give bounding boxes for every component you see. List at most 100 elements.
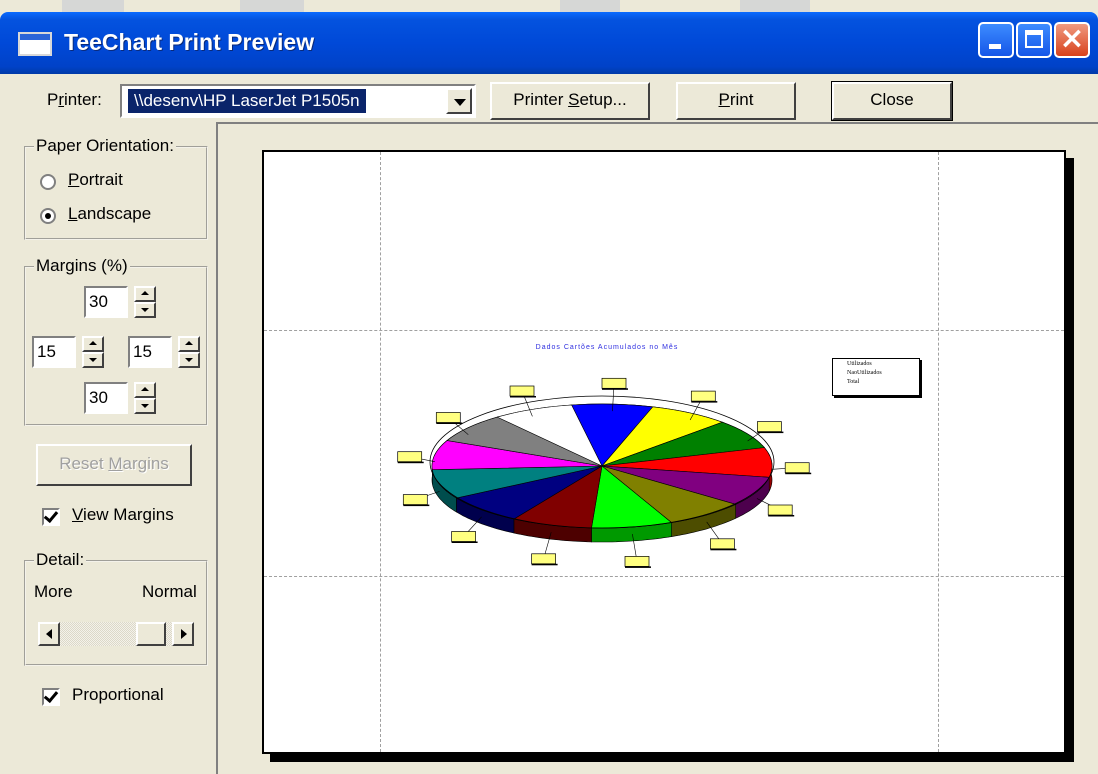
margin-top-input[interactable]: 30: [84, 286, 128, 318]
print-accel: P: [718, 90, 730, 109]
detail-normal-label: Normal: [142, 582, 197, 601]
pie-slice-label-shadow: [436, 422, 463, 424]
proportional-checkbox[interactable]: [42, 688, 60, 706]
close-button[interactable]: Close: [831, 81, 953, 121]
margin-left-stepper[interactable]: 15: [32, 336, 110, 368]
scroll-right-icon[interactable]: [172, 622, 194, 646]
legend-item: Utilizados: [847, 361, 872, 367]
printer-setup-button[interactable]: Printer Setup...: [490, 82, 650, 120]
portrait-accel: P: [68, 170, 80, 189]
pie-slice-label-shadow: [757, 431, 784, 434]
pie-slice-label-shadow: [397, 461, 424, 464]
pie-slice-label-shadow: [625, 566, 651, 568]
view-margins-checkbox[interactable]: [42, 508, 60, 526]
printer-select-value: \\desenv\HP LaserJet P1505n: [128, 89, 366, 113]
pie-slice-label: [624, 556, 650, 567]
reset-text: Reset: [59, 454, 109, 473]
margin-right-input[interactable]: 15: [128, 336, 172, 368]
pie-slice-label-shadow: [531, 563, 558, 566]
title-bar[interactable]: TeeChart Print Preview ×: [0, 12, 1098, 74]
printer-label: Printer:: [47, 90, 102, 110]
spin-up-icon[interactable]: [134, 382, 156, 398]
detail-legend: Detail:: [34, 550, 87, 570]
proportional-label[interactable]: Proportional: [72, 685, 164, 705]
portrait-radio[interactable]: [40, 174, 56, 190]
pie-slice-label-shadow: [510, 396, 536, 398]
pie-slice-label-shadow: [403, 504, 430, 507]
pie-slice-label: [397, 451, 423, 463]
spin-up-icon[interactable]: [134, 286, 156, 302]
close-icon: ×: [1059, 21, 1085, 56]
spin-down-icon[interactable]: [82, 352, 104, 368]
pie-slice-label: [435, 412, 461, 423]
spin-down-icon[interactable]: [134, 302, 156, 318]
pie-slice-label: [451, 531, 476, 542]
spin-down-icon[interactable]: [134, 398, 156, 414]
margin-bottom-stepper[interactable]: 30: [84, 382, 162, 414]
pie-slice-label: [757, 421, 782, 432]
detail-slider-thumb[interactable]: [136, 622, 166, 646]
legend-item: Total: [847, 379, 860, 385]
pie-slice-label: [710, 538, 735, 550]
printer-label-rest: inter:: [64, 90, 102, 109]
pie-slice-label: [767, 504, 793, 516]
landscape-label[interactable]: Landscape: [68, 204, 151, 224]
chart-legend: Utilizados NaoUtilizados Total: [832, 358, 920, 396]
margin-left-input[interactable]: 15: [32, 336, 76, 368]
window-app-icon: [18, 32, 52, 56]
maximize-button[interactable]: [1016, 22, 1052, 58]
print-rest: rint: [729, 90, 754, 109]
pie-slice-label: [402, 494, 428, 505]
portrait-rest: ortrait: [79, 170, 123, 189]
spin-up-icon[interactable]: [178, 336, 200, 352]
pie-chart: [397, 377, 812, 568]
legend-item: NaoUtilizados: [847, 370, 882, 376]
printer-setup-text: Printer: [513, 90, 569, 109]
portrait-label[interactable]: Portrait: [68, 170, 123, 190]
landscape-rest: andscape: [77, 204, 152, 223]
detail-slider[interactable]: [38, 622, 194, 646]
pie-slice-label-shadow: [451, 541, 478, 543]
printer-setup-rest: etup...: [579, 90, 627, 109]
spin-up-icon[interactable]: [82, 336, 104, 352]
margin-bottom-input[interactable]: 30: [84, 382, 128, 414]
view-margins-rest: iew Margins: [83, 505, 174, 524]
minimize-button[interactable]: [978, 22, 1014, 58]
margins-legend: Margins (%): [34, 256, 130, 276]
landscape-radio[interactable]: [40, 208, 56, 224]
close-window-button[interactable]: ×: [1054, 21, 1090, 58]
scroll-left-icon[interactable]: [38, 622, 60, 646]
pie-slice-label: [784, 462, 810, 474]
reset-margins-button[interactable]: Reset Margins: [36, 444, 192, 486]
detail-group: [24, 560, 208, 666]
paper-page[interactable]: Dados Cartões Acumulados no Mês Utilizad…: [262, 150, 1066, 754]
maximize-icon: [1025, 30, 1043, 48]
pie-slice-label-shadow: [785, 472, 812, 475]
print-preview-window: TeeChart Print Preview × Printer: \\dese…: [0, 0, 1098, 774]
reset-rest: argins: [122, 454, 169, 473]
orientation-legend: Paper Orientation:: [34, 136, 176, 156]
minimize-icon: [989, 44, 1001, 49]
pie-slice-label: [509, 385, 535, 397]
reset-accel: M: [108, 454, 123, 473]
pie-slice-label-shadow: [602, 388, 628, 390]
printer-setup-accel: S: [568, 90, 580, 109]
pie-slice-label-shadow: [691, 401, 718, 403]
chevron-down-icon[interactable]: [446, 88, 472, 114]
margin-top-stepper[interactable]: 30: [84, 286, 162, 318]
view-margins-accel: V: [72, 505, 84, 524]
printer-label-text: P: [47, 90, 59, 109]
detail-more-label: More: [34, 582, 73, 601]
pie-slice-label-shadow: [768, 515, 795, 517]
pie-slice-label: [690, 390, 716, 402]
pie-slice-label-shadow: [710, 548, 737, 551]
orientation-group: [24, 146, 208, 240]
printer-select[interactable]: \\desenv\HP LaserJet P1505n: [120, 84, 476, 118]
margin-right-stepper[interactable]: 15: [128, 336, 206, 368]
window-title: TeeChart Print Preview: [64, 29, 315, 55]
spin-down-icon[interactable]: [178, 352, 200, 368]
pie-slice-label: [601, 377, 627, 389]
view-margins-label[interactable]: View Margins: [72, 505, 174, 525]
pie-slice-label: [531, 553, 556, 565]
print-button[interactable]: Print: [676, 82, 796, 120]
